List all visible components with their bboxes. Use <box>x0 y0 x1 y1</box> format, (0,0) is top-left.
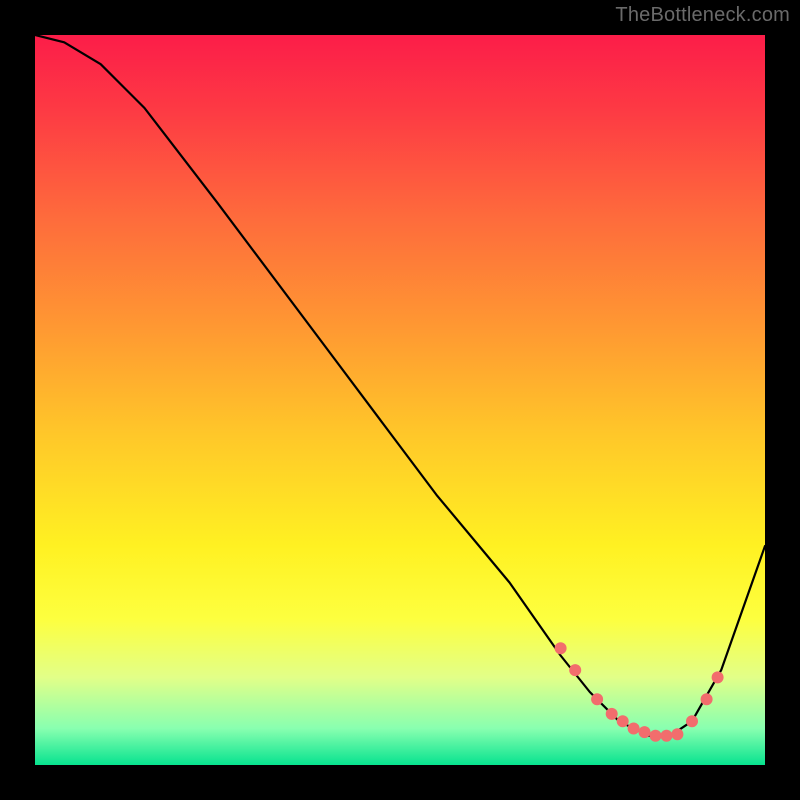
recommended-dot <box>555 642 567 654</box>
chart-frame: TheBottleneck.com <box>0 0 800 800</box>
recommended-dot <box>671 728 683 740</box>
recommended-dot <box>639 726 651 738</box>
chart-svg <box>35 35 765 765</box>
bottleneck-curve <box>35 35 765 736</box>
recommended-dot <box>591 693 603 705</box>
plot-area <box>35 35 765 765</box>
recommended-dot <box>606 708 618 720</box>
recommended-dot <box>628 723 640 735</box>
recommended-dot <box>661 730 673 742</box>
recommended-dot <box>617 715 629 727</box>
recommended-dot <box>712 671 724 683</box>
recommended-dot <box>701 693 713 705</box>
recommended-range-dots <box>555 642 724 742</box>
recommended-dot <box>686 715 698 727</box>
recommended-dot <box>650 730 662 742</box>
attribution-text: TheBottleneck.com <box>615 4 790 27</box>
recommended-dot <box>569 664 581 676</box>
